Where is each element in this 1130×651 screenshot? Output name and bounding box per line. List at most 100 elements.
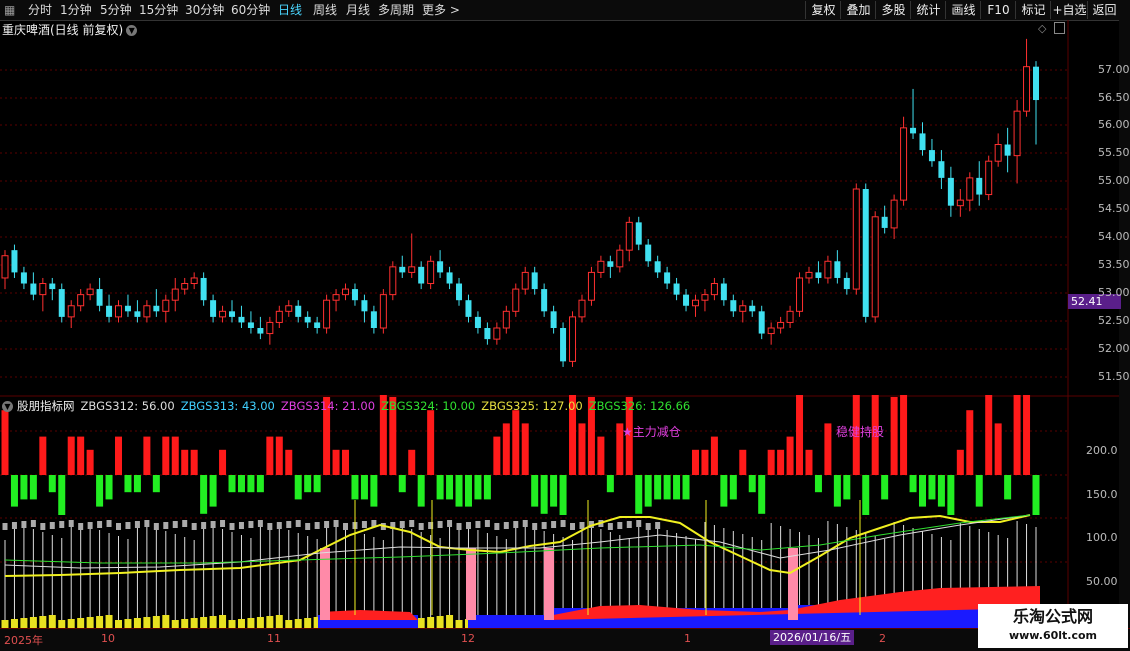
histogram-bar [900,395,908,475]
histogram-bar [483,475,491,500]
watermark-title: 乐淘公式网 [1012,607,1093,626]
candle-body [285,305,293,312]
candle-body [739,305,747,312]
histogram-bar [228,475,236,493]
toolbar-button-6[interactable]: 标记 [1015,1,1051,19]
histogram-bar [578,423,586,475]
period-tab-4[interactable]: 30分钟 [185,2,224,18]
gray-marker [456,523,462,530]
histogram-bar [928,475,936,500]
period-tab-0[interactable]: 分时 [28,2,52,18]
toolbar-button-5[interactable]: F10 [980,1,1016,19]
watermark-url: www.60lt.com [1008,629,1098,642]
gray-marker [182,520,188,527]
chart-canvas[interactable] [0,20,1130,650]
gray-marker [220,520,226,527]
histogram-bar [209,475,217,507]
histogram-bar [758,475,766,514]
histogram-bar [105,475,113,500]
candle-body [181,283,189,290]
watermark-logo: 乐淘公式网 www.60lt.com [978,604,1128,648]
histogram-bar [304,475,312,493]
indicator-name: 股朋指标网 [17,399,75,413]
candle-body [597,260,605,273]
period-tab-5[interactable]: 60分钟 [231,2,270,18]
candle-body [446,272,453,284]
candle-body [664,272,671,284]
toolbar-button-3[interactable]: 统计 [910,1,946,19]
period-tab-9[interactable]: 多周期 [378,2,414,18]
histogram-bar [1013,395,1021,475]
histogram-bar [956,449,964,475]
histogram-bar [493,436,501,475]
gray-marker [314,522,320,529]
candle-body [171,288,179,301]
period-tab-3[interactable]: 15分钟 [139,2,178,18]
toolbar-button-4[interactable]: 画线 [945,1,981,19]
toolbar-button-7[interactable]: +自选 [1050,1,1088,19]
histogram-bar [446,475,454,500]
candle-body [323,299,331,329]
histogram-bar [909,475,917,493]
period-tab-2[interactable]: 5分钟 [100,2,132,18]
candle-body [767,327,775,335]
histogram-bar [162,436,170,475]
period-tab-7[interactable]: 周线 [313,2,337,18]
highlight-column [788,548,798,620]
histogram-bar [814,475,822,493]
gray-marker [513,521,519,528]
candle-body [30,283,37,295]
gray-marker [465,522,471,529]
histogram-bar [890,397,898,475]
candle-body [521,271,529,290]
toolbar-button-1[interactable]: 叠加 [840,1,876,19]
candle-body [701,294,709,301]
histogram-bar [190,449,198,475]
candle-body [1023,66,1031,112]
histogram-bar [985,395,993,475]
histogram-bar [417,475,425,507]
toolbar-button-2[interactable]: 多股 [875,1,911,19]
histogram-bar [86,449,94,475]
candle-body [1,255,9,279]
gray-marker [229,523,235,530]
candle-body [900,127,908,201]
period-tab-8[interactable]: 月线 [346,2,370,18]
indicator-menu-icon[interactable]: ▼ [2,401,13,412]
period-tab-1[interactable]: 1分钟 [60,2,92,18]
histogram-bar [748,475,756,493]
gray-marker [570,523,576,530]
histogram-bar [805,449,813,475]
candle-body [569,316,577,362]
candle-body [266,321,274,335]
candle-body [890,199,898,229]
indicator-value-4: ZBGS325: 127.00 [481,399,583,413]
price-tick-label: 54.00 [1098,230,1130,243]
histogram-bar [171,436,179,475]
histogram-bar [701,449,709,475]
histogram-bar [124,475,132,493]
gray-marker [248,521,254,528]
cursor-date: 2026/01/16/五 [770,630,855,645]
histogram-bar [606,475,614,493]
histogram-bar [181,449,189,475]
candle-body [691,299,699,307]
histogram-bar [115,436,123,475]
red-area [320,610,418,620]
toolbar-button-0[interactable]: 复权 [805,1,841,19]
gray-marker [494,523,500,530]
period-tab-6[interactable]: 日线 [278,2,302,18]
candle-body [200,277,207,301]
price-tick-label: 51.50 [1098,370,1130,383]
indicator-tick-label: 100.0 [1086,531,1118,544]
histogram-bar [77,436,85,475]
period-tab-10[interactable]: 更多 > [422,2,460,18]
grid-menu-icon[interactable]: ▦ [4,2,15,18]
date-label: 2 [879,632,886,645]
highlight-column [466,548,476,620]
price-tick-label: 57.00 [1098,63,1130,76]
candle-body [985,160,993,196]
candle-body [560,328,567,362]
toolbar-button-8[interactable]: 返回 [1087,1,1121,19]
gray-marker [257,520,263,527]
